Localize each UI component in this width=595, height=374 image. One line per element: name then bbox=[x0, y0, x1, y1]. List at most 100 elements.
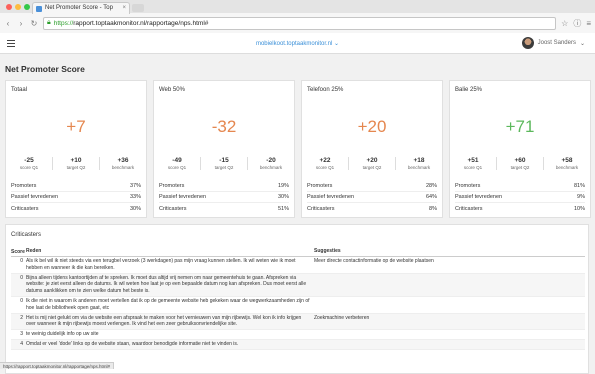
tab-row: Net Promoter Score - Top × bbox=[0, 0, 595, 13]
cell-score: 0 bbox=[11, 258, 26, 272]
cell-score: 2 bbox=[11, 315, 26, 329]
row-value: 33% bbox=[130, 194, 141, 200]
table-row: 4 Omdat er veel 'dode' links op de websi… bbox=[11, 340, 585, 350]
stat-item: +60 target Q2 bbox=[497, 157, 544, 170]
critics-table-header: Score Reden Suggesties bbox=[11, 247, 585, 257]
forward-icon[interactable]: › bbox=[17, 19, 25, 28]
critics-table: Score Reden Suggesties 0 Als ik bel wil … bbox=[11, 247, 585, 350]
cell-suggestion: Zoekmachine verbeteren bbox=[314, 315, 585, 329]
row-value: 81% bbox=[574, 183, 585, 189]
stat-value: +51 bbox=[450, 157, 496, 164]
nps-card: Web 50% -32 -49 score Q1 -15 target Q2 -… bbox=[153, 80, 295, 218]
stat-item: +10 target Q2 bbox=[53, 157, 100, 170]
card-title: Telefoon 25% bbox=[307, 87, 343, 93]
row-label: Criticasters bbox=[159, 206, 187, 212]
distribution-row: Criticasters 51% bbox=[159, 203, 289, 214]
row-label: Criticasters bbox=[307, 206, 335, 212]
maximize-window-icon[interactable] bbox=[24, 4, 30, 10]
cell-reason: Bijna alleen tijdens kantoortijden af te… bbox=[26, 275, 314, 295]
stat-value: +36 bbox=[100, 157, 146, 164]
minimize-window-icon[interactable] bbox=[15, 4, 21, 10]
score-stats: +51 score Q1 +60 target Q2 +58 benchmark bbox=[450, 157, 590, 170]
bookmark-star-icon[interactable]: ☆ bbox=[561, 19, 568, 28]
stat-item: -25 score Q1 bbox=[6, 157, 53, 170]
distribution-row: Passief tevredenen 9% bbox=[455, 192, 585, 203]
distribution-rows: Promoters 28% Passief tevredenen 64% Cri… bbox=[307, 181, 437, 214]
card-title: Balie 25% bbox=[455, 87, 482, 93]
avatar bbox=[522, 37, 534, 49]
stat-value: +18 bbox=[396, 157, 442, 164]
row-label: Promoters bbox=[455, 183, 480, 189]
distribution-row: Criticasters 8% bbox=[307, 203, 437, 214]
nav-row: ‹ › ↻ 🔒︎ https://rapport.toptaakmonitor.… bbox=[0, 13, 595, 33]
cell-reason: Het is mij niet gelukt om via de website… bbox=[26, 315, 314, 329]
card-title: Totaal bbox=[11, 87, 27, 93]
stat-value: -20 bbox=[248, 157, 294, 164]
browser-menu-icon[interactable]: ≡ bbox=[586, 19, 591, 28]
address-bar[interactable]: 🔒︎ https://rapport.toptaakmonitor.nl/rap… bbox=[43, 17, 556, 30]
tab-close-icon[interactable]: × bbox=[122, 5, 126, 11]
cell-reason: te weinig duidelijk info op uw site bbox=[26, 331, 314, 338]
stat-label: score Q1 bbox=[450, 165, 496, 170]
distribution-rows: Promoters 37% Passief tevredenen 33% Cri… bbox=[11, 181, 141, 214]
row-value: 37% bbox=[130, 183, 141, 189]
new-tab-button[interactable] bbox=[132, 4, 144, 12]
stat-value: +22 bbox=[302, 157, 348, 164]
url-path: rapport.toptaakmonitor.nl/rapportage/nps… bbox=[73, 20, 208, 27]
row-label: Passief tevredenen bbox=[455, 194, 502, 200]
info-icon[interactable]: ⓘ bbox=[573, 18, 581, 29]
row-label: Promoters bbox=[159, 183, 184, 189]
score-stats: -25 score Q1 +10 target Q2 +36 benchmark bbox=[6, 157, 146, 170]
user-name: Joost Sanders bbox=[538, 40, 576, 46]
cell-score: 0 bbox=[11, 275, 26, 295]
stat-label: score Q1 bbox=[154, 165, 200, 170]
distribution-row: Passief tevredenen 30% bbox=[159, 192, 289, 203]
card-title: Web 50% bbox=[159, 87, 185, 93]
stat-label: target Q2 bbox=[349, 165, 395, 170]
stat-label: benchmark bbox=[396, 165, 442, 170]
browser-chrome: Net Promoter Score - Top × ‹ › ↻ 🔒︎ http… bbox=[0, 0, 595, 33]
cell-reason: Ik die niet in waarom ik anderen moet ve… bbox=[26, 298, 314, 312]
cell-reason: Omdat er veel 'dode' links op de website… bbox=[26, 341, 314, 348]
nps-score: +71 bbox=[450, 117, 590, 137]
distribution-row: Promoters 37% bbox=[11, 181, 141, 192]
nps-card: Telefoon 25% +20 +22 score Q1 +20 target… bbox=[301, 80, 443, 218]
reload-icon[interactable]: ↻ bbox=[30, 19, 38, 28]
cell-score: 0 bbox=[11, 298, 26, 312]
close-window-icon[interactable] bbox=[6, 4, 12, 10]
stat-label: benchmark bbox=[544, 165, 590, 170]
row-value: 28% bbox=[426, 183, 437, 189]
stat-value: +20 bbox=[349, 157, 395, 164]
table-row: 0 Als ik bel wil ik niet steeds via een … bbox=[11, 257, 585, 274]
user-menu[interactable]: Joost Sanders ⌄ bbox=[522, 37, 585, 49]
row-value: 51% bbox=[278, 206, 289, 212]
stat-item: +51 score Q1 bbox=[450, 157, 497, 170]
stat-value: +10 bbox=[53, 157, 99, 164]
back-icon[interactable]: ‹ bbox=[4, 19, 12, 28]
nps-score: +20 bbox=[302, 117, 442, 137]
stat-item: +22 score Q1 bbox=[302, 157, 349, 170]
table-row: 3 te weinig duidelijk info op uw site bbox=[11, 330, 585, 340]
cell-suggestion bbox=[314, 341, 585, 348]
row-value: 10% bbox=[574, 206, 585, 212]
row-label: Passief tevredenen bbox=[307, 194, 354, 200]
row-label: Passief tevredenen bbox=[159, 194, 206, 200]
row-label: Promoters bbox=[307, 183, 332, 189]
org-name: mobielkoot.toptaakmonitor.nl bbox=[256, 41, 332, 47]
stat-label: benchmark bbox=[100, 165, 146, 170]
window-controls bbox=[6, 4, 30, 10]
table-row: 2 Het is mij niet gelukt om via de websi… bbox=[11, 314, 585, 331]
app-header: mobielkoot.toptaakmonitor.nl ⌄ Joost San… bbox=[0, 33, 595, 54]
nps-cards: Totaal +7 -25 score Q1 +10 target Q2 +36… bbox=[5, 80, 591, 218]
row-label: Passief tevredenen bbox=[11, 194, 58, 200]
row-value: 8% bbox=[429, 206, 437, 212]
row-value: 30% bbox=[130, 206, 141, 212]
cell-score: 4 bbox=[11, 341, 26, 348]
browser-tab[interactable]: Net Promoter Score - Top × bbox=[32, 2, 130, 14]
stat-label: score Q1 bbox=[6, 165, 52, 170]
org-selector[interactable]: mobielkoot.toptaakmonitor.nl ⌄ bbox=[0, 40, 595, 47]
nps-card: Totaal +7 -25 score Q1 +10 target Q2 +36… bbox=[5, 80, 147, 218]
header-reason: Reden bbox=[26, 248, 314, 255]
stat-item: +20 target Q2 bbox=[349, 157, 396, 170]
distribution-row: Promoters 19% bbox=[159, 181, 289, 192]
